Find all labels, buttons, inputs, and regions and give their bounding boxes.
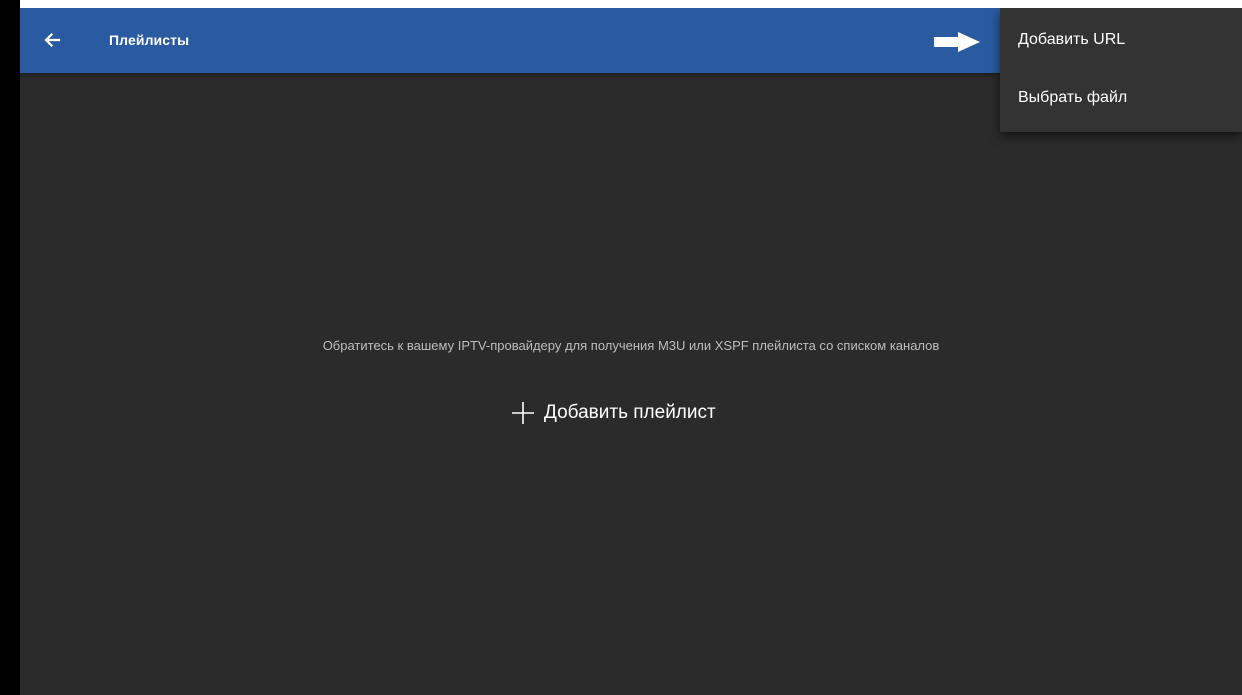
empty-state-hint: Обратитесь к вашему IPTV-провайдеру для … [322, 338, 940, 353]
plus-icon [512, 402, 534, 424]
add-playlist-label: Добавить плейлист [544, 402, 716, 423]
menu-item-choose-file[interactable]: Выбрать файл [1000, 70, 1242, 126]
back-button[interactable] [34, 22, 70, 58]
menu-item-add-url[interactable]: Добавить URL [1000, 12, 1242, 68]
right-arrow-pointer-icon [934, 32, 980, 52]
app-window: Плейлисты Добавить URL Выбрать файл Обра… [20, 8, 1242, 695]
arrow-left-icon [44, 32, 61, 48]
left-black-border [0, 0, 20, 695]
page-title: Плейлисты [109, 32, 190, 48]
screen: Плейлисты Добавить URL Выбрать файл Обра… [0, 0, 1242, 695]
add-playlist-button[interactable]: Добавить плейлист [511, 397, 716, 429]
overflow-menu: Добавить URL Выбрать файл [1000, 8, 1242, 132]
